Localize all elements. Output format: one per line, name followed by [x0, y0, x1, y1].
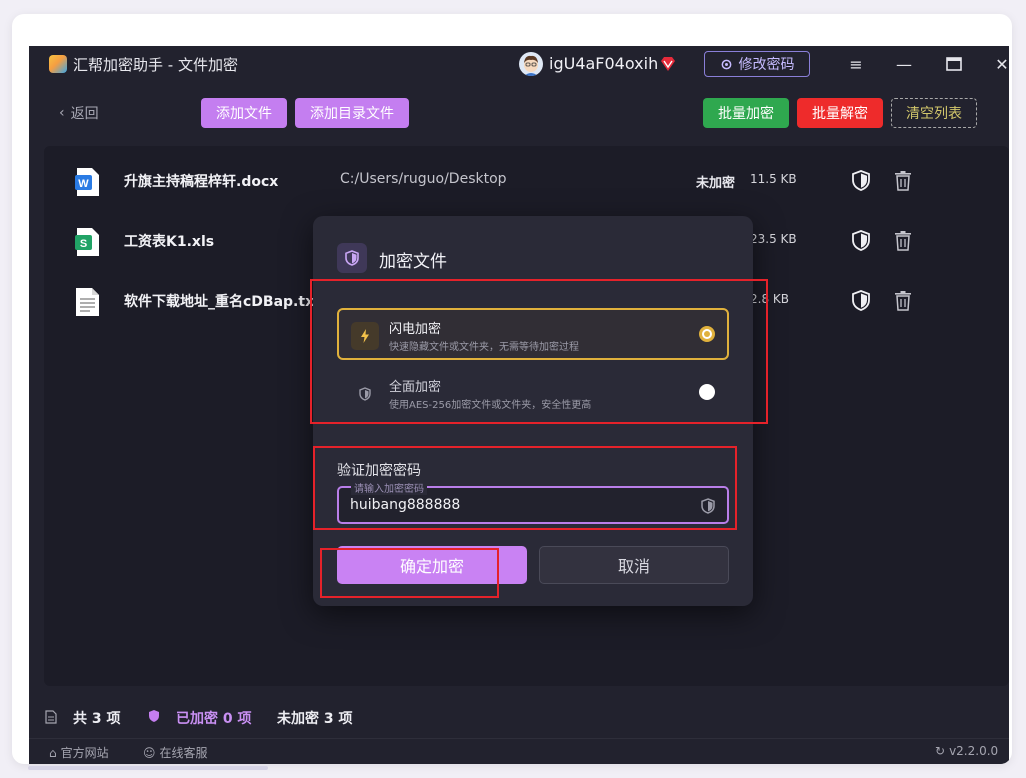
encrypted-count: 已加密 0 项 [176, 711, 252, 727]
app-title: 汇帮加密助手 - 文件加密 [73, 56, 238, 74]
bottom-bar: ⌂ 官方网站 ☺ 在线客服 ↻ v2.2.0.0 [29, 738, 1009, 764]
svg-text:S: S [80, 238, 87, 250]
file-status: 未加密 [696, 176, 736, 191]
add-file-button[interactable]: 添加文件 [201, 98, 287, 128]
official-website-link[interactable]: ⌂ 官方网站 [49, 744, 109, 761]
summary-bar: 共 3 项 已加密 0 项 未加密 3 项 [29, 696, 1009, 736]
change-password-label: 修改密码 [738, 57, 795, 73]
unencrypted-count: 未加密 3 项 [277, 711, 353, 727]
gear-icon [721, 59, 731, 69]
online-support-link[interactable]: ☺ 在线客服 [143, 744, 208, 761]
svg-text:W: W [78, 178, 89, 190]
highlight-box-options [310, 279, 768, 424]
cancel-button[interactable]: 取消 [539, 546, 729, 584]
title-bar: 汇帮加密助手 - 文件加密 igU4aF04oxih 修改密码 ≡ — ✕ [29, 46, 1009, 82]
minimize-icon[interactable]: — [890, 52, 918, 76]
back-label: 返回 [70, 106, 99, 122]
add-folder-button[interactable]: 添加目录文件 [295, 98, 409, 128]
file-row[interactable]: W 升旗主持稿程梓轩.docx C:/Users/ruguo/Desktop 未… [44, 152, 1009, 210]
file-name: 工资表K1.xls [124, 234, 215, 250]
app-window: 汇帮加密助手 - 文件加密 igU4aF04oxih 修改密码 ≡ — ✕ ‹ … [29, 46, 1009, 764]
encrypt-shield-icon[interactable] [852, 230, 870, 251]
file-size: 11.5 KB [750, 172, 797, 186]
file-name: 升旗主持稿程梓轩.docx [124, 174, 279, 190]
change-password-button[interactable]: 修改密码 [704, 51, 810, 77]
delete-trash-icon[interactable] [894, 290, 912, 311]
encrypt-shield-icon[interactable] [852, 170, 870, 191]
username: igU4aF04oxih [549, 54, 659, 73]
file-name: 软件下载地址_重名cDBap.txt [124, 294, 321, 310]
app-logo-icon [49, 55, 67, 73]
delete-trash-icon[interactable] [894, 170, 912, 191]
document-icon [45, 710, 57, 724]
text-file-icon [76, 288, 99, 316]
version-label: v2.2.0.0 [949, 744, 999, 758]
file-size: 23.5 KB [750, 232, 797, 246]
dialog-title: 加密文件 [379, 252, 447, 272]
dialog-shield-icon [337, 243, 367, 273]
refresh-icon: ↻ [935, 744, 946, 758]
version-info: ↻ v2.2.0.0 [935, 744, 998, 758]
back-button[interactable]: ‹ 返回 [59, 103, 99, 123]
batch-encrypt-button[interactable]: 批量加密 [703, 98, 789, 128]
support-icon: ☺ [143, 745, 156, 760]
menu-icon[interactable]: ≡ [842, 52, 870, 76]
word-file-icon: W [75, 168, 99, 196]
user-avatar[interactable] [519, 52, 543, 76]
file-path: C:/Users/ruguo/Desktop [340, 171, 507, 187]
encrypt-shield-icon[interactable] [852, 290, 870, 311]
chevron-left-icon: ‹ [59, 105, 65, 121]
scrollbar-thumb[interactable] [28, 766, 268, 770]
maximize-icon[interactable] [940, 52, 968, 76]
batch-decrypt-button[interactable]: 批量解密 [797, 98, 883, 128]
highlight-box-confirm [320, 548, 499, 598]
website-label: 官方网站 [60, 746, 109, 760]
excel-file-icon: S [75, 228, 99, 256]
highlight-box-password [313, 446, 737, 530]
support-label: 在线客服 [159, 746, 208, 760]
delete-trash-icon[interactable] [894, 230, 912, 251]
total-count: 共 3 项 [73, 711, 121, 727]
vip-diamond-icon [661, 57, 675, 71]
home-icon: ⌂ [49, 745, 57, 760]
close-icon[interactable]: ✕ [988, 52, 1009, 76]
clear-list-button[interactable]: 清空列表 [891, 98, 977, 128]
screenshot-frame: 汇帮加密助手 - 文件加密 igU4aF04oxih 修改密码 ≡ — ✕ ‹ … [12, 14, 1012, 764]
shield-icon [149, 710, 159, 722]
